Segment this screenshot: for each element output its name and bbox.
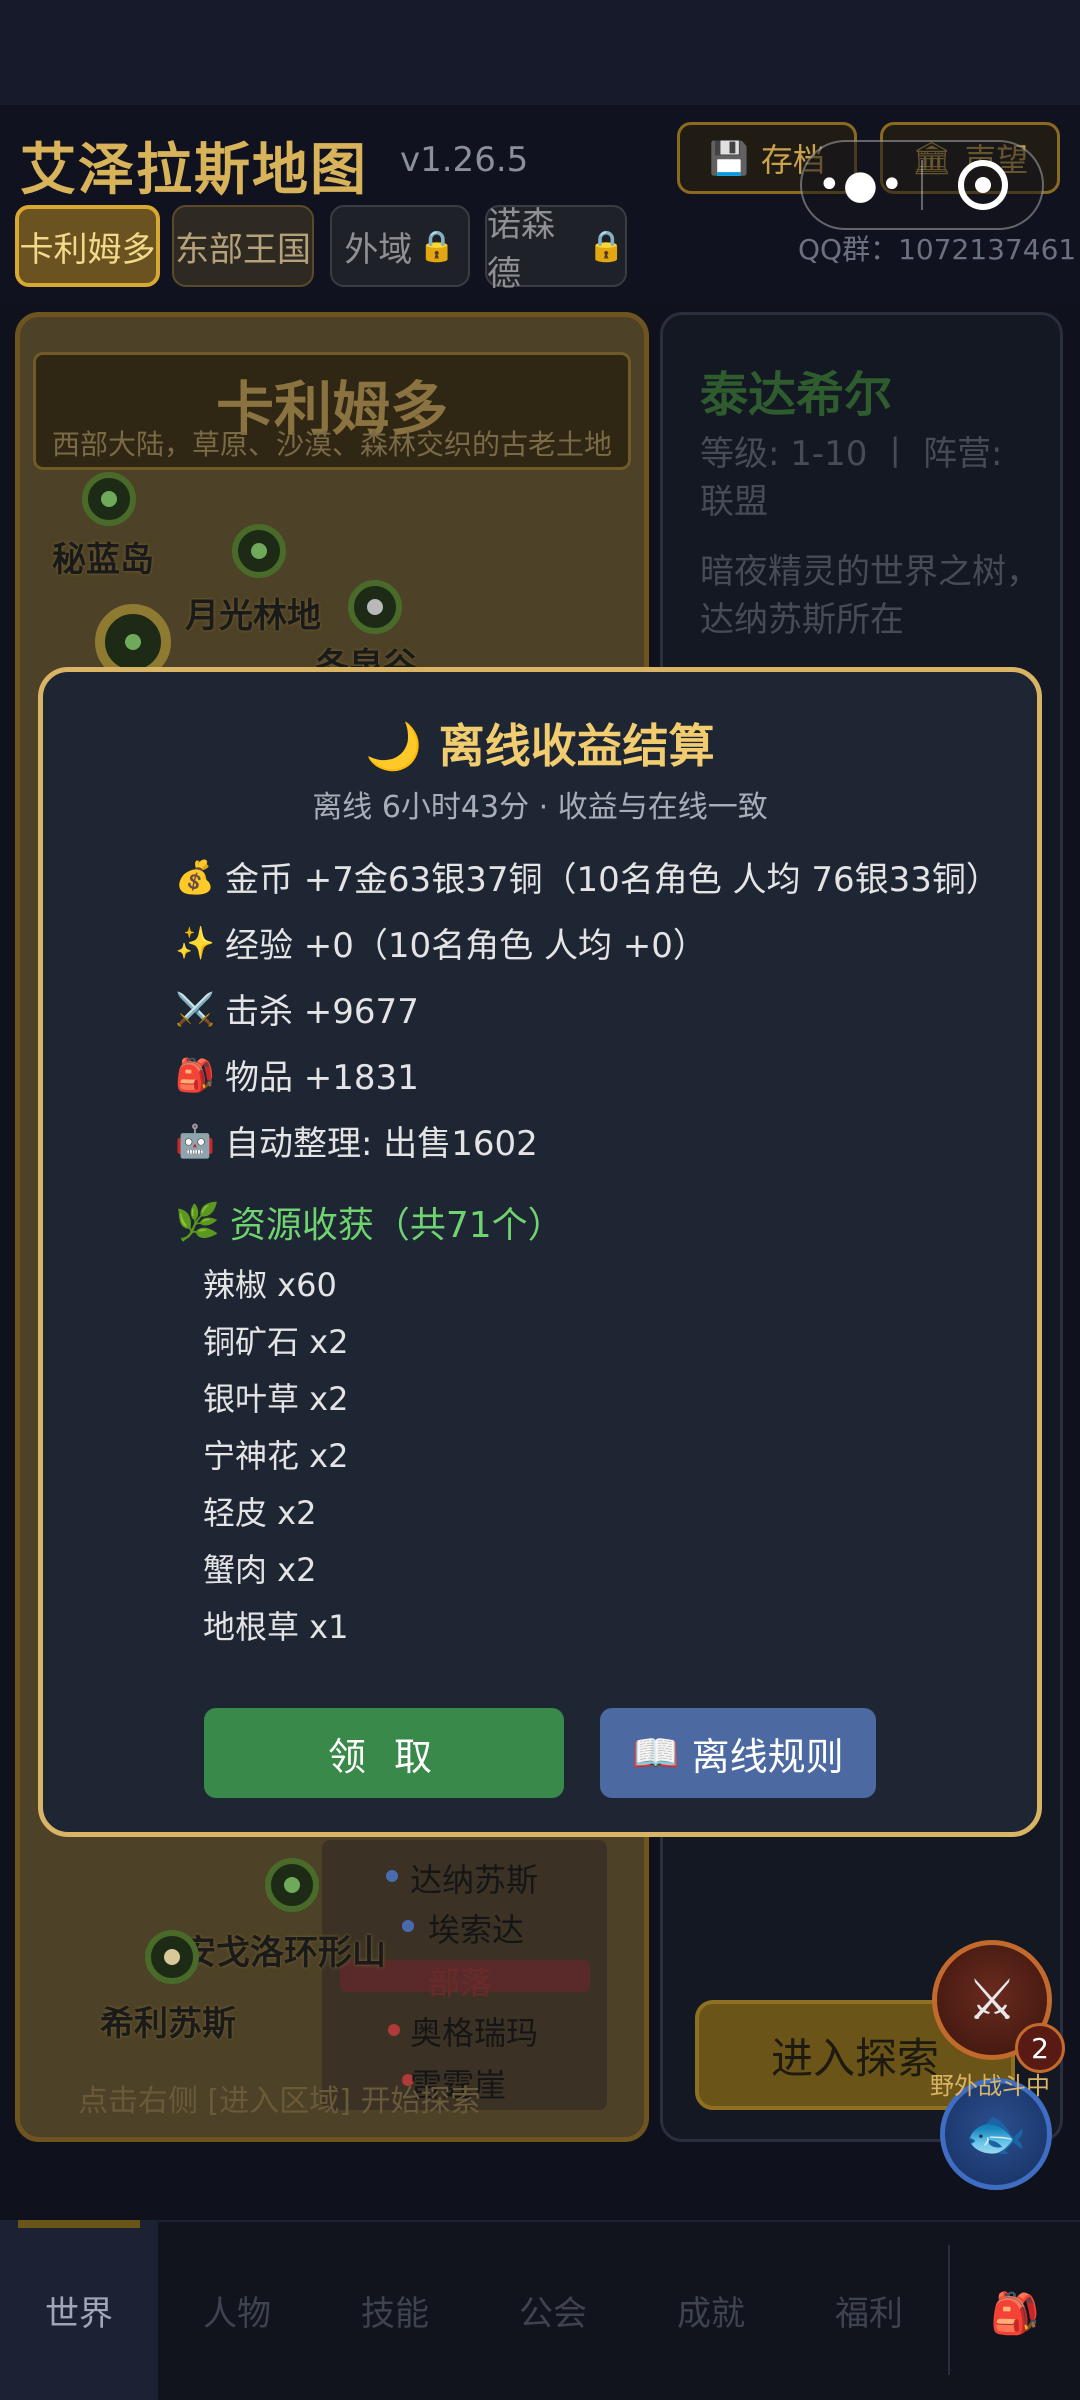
resources-header: 🌿 资源收获（共71个）	[175, 1202, 564, 1246]
stat-exp: ✨ 经验 +0（10名角色 人均 +0）	[175, 918, 707, 967]
nav-skills[interactable]: 技能	[316, 2220, 474, 2400]
stat-text: 击杀 +9677	[225, 992, 419, 1032]
tab-northrend[interactable]: 诺森德 🔒	[485, 205, 627, 294]
backpack-icon[interactable]: 🎒	[990, 2290, 1040, 2337]
map-hint: 点击右侧 [进入区域] 开始探索	[78, 2084, 481, 2119]
city-label[interactable]: 奥格瑞玛	[410, 2008, 538, 2054]
lock-icon: 🔒	[587, 228, 625, 264]
tab-label: 外域	[344, 229, 413, 270]
tab-eastern-kingdoms[interactable]: 东部王国	[172, 205, 314, 287]
fishing-icon: 🐟	[964, 2104, 1028, 2163]
map-node[interactable]	[265, 1858, 319, 1912]
nav-active-indicator	[18, 2220, 140, 2228]
offline-rules-label: 离线规则	[691, 1734, 844, 1779]
offline-rules-button[interactable]: 📖 离线规则	[600, 1708, 876, 1798]
stat-text: 经验 +0（10名角色 人均 +0）	[225, 926, 707, 966]
map-node[interactable]	[82, 472, 136, 526]
stat-kills: ⚔️ 击杀 +9677	[175, 984, 419, 1033]
claim-button[interactable]: 领 取	[204, 1708, 564, 1798]
location-label[interactable]: 秘蓝岛	[52, 532, 154, 581]
robot-icon: 🤖	[175, 1121, 215, 1160]
stat-gold: 💰 金币 +7金63银37铜（10名角色 人均 76银33铜）	[175, 852, 1000, 901]
horde-dot-icon	[388, 2024, 400, 2036]
resource-item: 铜矿石 x2	[203, 1323, 349, 1361]
stat-items: 🎒 物品 +1831	[175, 1050, 419, 1099]
nav-world[interactable]: 世界	[0, 2220, 158, 2400]
herb-icon: 🌿	[175, 1202, 220, 1243]
mini-program-capsule: •●•	[800, 140, 1044, 230]
tab-kalimdor[interactable]: 卡利姆多	[15, 205, 160, 287]
book-icon: 📖	[632, 1730, 680, 1775]
modal-subtitle: 离线 6小时43分 · 收益与在线一致	[312, 790, 768, 825]
tab-label: 卡利姆多	[19, 229, 156, 270]
tab-label: 诺森德	[487, 205, 555, 294]
map-node[interactable]	[348, 580, 402, 634]
stat-text: 金币 +7金63银37铜（10名角色 人均 76银33铜）	[225, 860, 1000, 900]
tab-outland[interactable]: 外域 🔒	[330, 205, 470, 287]
resource-item: 地根草 x1	[203, 1608, 349, 1646]
close-miniprogram-icon[interactable]	[923, 160, 1042, 210]
qq-group-text: QQ群：1072137461	[798, 233, 1077, 266]
city-label[interactable]: 埃索达	[428, 1905, 524, 1951]
alliance-dot-icon	[402, 1920, 414, 1932]
nav-character[interactable]: 人物	[158, 2220, 316, 2400]
city-label[interactable]: 达纳苏斯	[410, 1855, 538, 1901]
alliance-dot-icon	[386, 1870, 398, 1882]
map-node[interactable]	[145, 1930, 199, 1984]
more-icon[interactable]: •●•	[802, 162, 921, 208]
crossed-swords-icon: ⚔	[966, 1967, 1018, 2033]
app-version: v1.26.5	[400, 140, 529, 180]
resource-item: 辣椒 x60	[203, 1266, 337, 1304]
stat-text: 自动整理: 出售1602	[225, 1124, 538, 1164]
horde-section-label: 部落	[428, 1964, 493, 2002]
backpack-icon: 🎒	[175, 1055, 215, 1094]
tab-label: 东部王国	[175, 229, 311, 270]
stat-text: 物品 +1831	[225, 1058, 419, 1098]
crossed-swords-icon: ⚔️	[175, 989, 215, 1028]
region-level-faction: 等级: 1-10 丨 阵营: 联盟	[700, 434, 1003, 522]
moon-icon: 🌙	[365, 719, 423, 773]
battle-status-label: 野外战斗中	[930, 2072, 1050, 2100]
map-node[interactable]	[232, 524, 286, 578]
money-bag-icon: 💰	[175, 857, 215, 896]
resource-item: 蟹肉 x2	[203, 1551, 317, 1589]
sparkles-icon: ✨	[175, 923, 215, 962]
offline-rewards-modal	[38, 667, 1042, 1837]
modal-title: 🌙 离线收益结算	[365, 719, 715, 773]
app-title: 艾泽拉斯地图	[20, 138, 368, 203]
nav-achievements[interactable]: 成就	[632, 2220, 790, 2400]
status-bar	[0, 0, 1080, 105]
floppy-icon: 💾	[709, 139, 749, 177]
stat-auto-sort: 🤖 自动整理: 出售1602	[175, 1116, 538, 1165]
location-label[interactable]: 希利苏斯	[100, 1996, 236, 2045]
map-description: 西部大陆，草原、沙漠、森林交织的古老土地	[51, 428, 612, 461]
region-description: 暗夜精灵的世界之树，达纳苏斯所在	[700, 552, 1040, 640]
nav-benefits[interactable]: 福利	[790, 2220, 948, 2400]
lock-icon: 🔒	[418, 228, 456, 264]
resource-item: 银叶草 x2	[203, 1380, 349, 1418]
location-label[interactable]: 月光林地	[185, 588, 321, 637]
region-name: 泰达希尔	[700, 367, 893, 423]
resource-item: 轻皮 x2	[203, 1494, 317, 1532]
location-label[interactable]: 安戈洛环形山	[182, 1925, 386, 1974]
nav-guild[interactable]: 公会	[474, 2220, 632, 2400]
resource-item: 宁神花 x2	[203, 1437, 349, 1475]
nav-divider	[948, 2245, 950, 2375]
